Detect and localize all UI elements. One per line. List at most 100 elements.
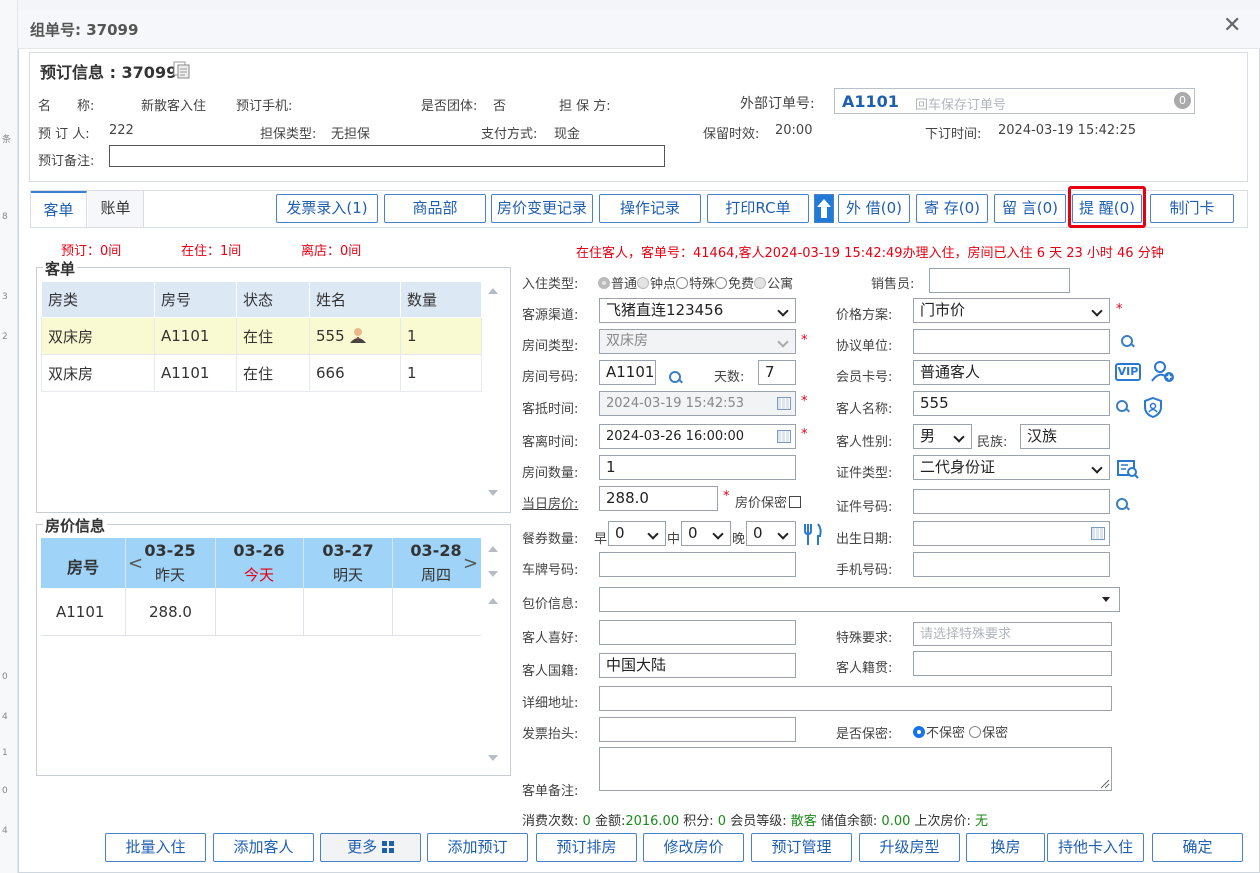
idno-input[interactable] [913, 489, 1110, 514]
day-label: 周四 [420, 566, 451, 584]
guestname-input[interactable]: 555 [913, 391, 1110, 416]
note-textarea[interactable] [599, 747, 1112, 791]
special-input[interactable]: 请选择特殊要求 [913, 622, 1112, 646]
checked-out-count: 离店：0间 [301, 244, 362, 259]
make-card-button[interactable]: 制门卡 [1150, 194, 1234, 223]
invoice-input[interactable] [599, 717, 796, 742]
add-user-icon[interactable] [1151, 361, 1175, 383]
roomcount-input[interactable]: 1 [599, 455, 796, 480]
cell: 双床房 [41, 354, 155, 392]
member-input[interactable]: 普通客人 [913, 360, 1110, 385]
other-card-checkin-button[interactable]: 持他卡入住 [1047, 833, 1144, 862]
plate-label: 车牌号码: [522, 563, 579, 578]
reservation-room-assign-button[interactable]: 预订排房 [536, 833, 637, 862]
days-label: 天数: [714, 370, 745, 385]
balance-value: 0.00 [881, 814, 911, 829]
goods-button[interactable]: 商品部 [384, 194, 486, 223]
secret-radios[interactable]: 不保密 保密 [913, 722, 1008, 741]
agreement-input[interactable] [913, 329, 1110, 354]
guarantee-type-value: 无担保 [331, 127, 371, 142]
print-rc-button[interactable]: 打印RC单 [707, 194, 809, 223]
cell: 在住 [236, 354, 310, 392]
sales-input[interactable] [929, 268, 1070, 293]
search-icon[interactable] [1116, 400, 1130, 414]
calendar-icon [777, 430, 791, 443]
table-row[interactable]: 双床房 A1101 在住 666 1 [41, 354, 482, 392]
dayprice-label[interactable]: 当日房价: [522, 493, 578, 512]
cell: A1101 [154, 317, 237, 355]
more-button[interactable]: 更多 [320, 833, 421, 862]
up-arrow-icon[interactable] [814, 194, 834, 223]
add-reservation-button[interactable]: 添加预订 [427, 833, 528, 862]
idtype-select[interactable]: 二代身份证 [913, 455, 1110, 480]
tab-bill[interactable]: 账单 [88, 191, 144, 227]
depart-input[interactable]: 2024-03-26 16:00:00 [599, 424, 796, 449]
reserved-count: 预订：0间 [61, 244, 122, 259]
secret-price-checkbox[interactable]: 房价保密 [735, 492, 802, 511]
dayprice-input[interactable]: 288.0 [599, 486, 718, 511]
required-mark: * [1116, 302, 1123, 317]
order-remark-input[interactable] [109, 145, 665, 167]
search-icon[interactable] [1121, 335, 1135, 349]
reminder-button[interactable]: 提 醒(0) [1072, 194, 1142, 223]
add-guest-button[interactable]: 添加客人 [213, 833, 314, 862]
fork-knife-icon[interactable] [801, 521, 825, 547]
hobby-input[interactable] [599, 620, 796, 645]
arrive-input[interactable]: 2024-03-19 15:42:53 [599, 391, 796, 416]
days-input[interactable]: 7 [758, 360, 796, 385]
ext-order-input[interactable]: A1101 回车保存订单号 0 [834, 88, 1195, 114]
meal-breakfast-select[interactable]: 0 [608, 521, 666, 546]
meal-label: 餐券数量: [522, 532, 579, 547]
search-icon[interactable] [1116, 498, 1130, 512]
cell: A1101 [154, 354, 237, 392]
copy-icon[interactable] [172, 60, 192, 80]
search-icon[interactable] [669, 371, 683, 385]
batch-checkin-button[interactable]: 批量入住 [105, 833, 206, 862]
shield-icon[interactable] [1143, 396, 1163, 419]
package-select[interactable] [599, 587, 1120, 612]
invoice-label: 发票抬头: [522, 727, 579, 742]
address-input[interactable] [599, 686, 1112, 711]
roomno-input[interactable]: A1101 [599, 360, 656, 385]
table-row[interactable]: 双床房 A1101 在住 555 1 [41, 317, 482, 355]
roomcount-label: 房间数量: [522, 466, 579, 481]
modify-price-button[interactable]: 修改房价 [643, 833, 744, 862]
lend-button[interactable]: 外 借(0) [838, 194, 910, 223]
nationality-input[interactable]: 中国大陆 [599, 653, 796, 678]
invoice-entry-button[interactable]: 发票录入(1) [276, 194, 378, 223]
reservation-manage-button[interactable]: 预订管理 [751, 833, 852, 862]
meal-dinner-select[interactable]: 0 [746, 521, 796, 546]
gender-select[interactable]: 男 [913, 424, 972, 449]
message-button[interactable]: 留 言(0) [994, 194, 1066, 223]
guest-list-scrollbar[interactable] [486, 282, 500, 502]
ext-order-placeholder: 回车保存订单号 [915, 98, 1007, 113]
birth-input[interactable] [913, 521, 1110, 546]
price-cell: 288.0 [149, 603, 192, 621]
id-scan-icon[interactable] [1116, 458, 1140, 480]
tab-guest[interactable]: 客单 [31, 191, 87, 227]
deposit-button[interactable]: 寄 存(0) [916, 194, 988, 223]
price-scrollbar[interactable] [486, 540, 500, 765]
plate-input[interactable] [599, 552, 796, 577]
meal-lunch-select[interactable]: 0 [681, 521, 731, 546]
nationality-label: 客人国籍: [522, 664, 579, 679]
confirm-button[interactable]: 确定 [1152, 833, 1243, 862]
plan-select[interactable]: 门市价 [913, 298, 1110, 323]
native-input[interactable] [913, 651, 1112, 676]
upgrade-room-button[interactable]: 升级房型 [859, 833, 960, 862]
price-room-no: A1101 [56, 603, 105, 621]
resize-handle-icon [1100, 779, 1110, 789]
roomtype-select[interactable]: 双床房 [599, 329, 796, 354]
vip-icon[interactable]: VIP [1115, 363, 1141, 381]
price-change-log-button[interactable]: 房价变更记录 [491, 194, 593, 223]
day-label-today: 今天 [243, 566, 274, 584]
ethnic-input[interactable]: 汉族 [1020, 424, 1110, 449]
change-room-button[interactable]: 换房 [966, 833, 1045, 862]
price-room-col: 房号 [67, 558, 100, 577]
source-select[interactable]: 飞猪直连123456 [599, 298, 796, 323]
mobile-input[interactable] [913, 552, 1110, 577]
close-icon[interactable]: ✕ [1223, 15, 1241, 37]
checkin-type-radios[interactable]: 普通 钟点 特殊 免费 公寓 [598, 273, 793, 292]
operation-log-button[interactable]: 操作记录 [599, 194, 701, 223]
col-name: 姓名 [309, 281, 401, 318]
